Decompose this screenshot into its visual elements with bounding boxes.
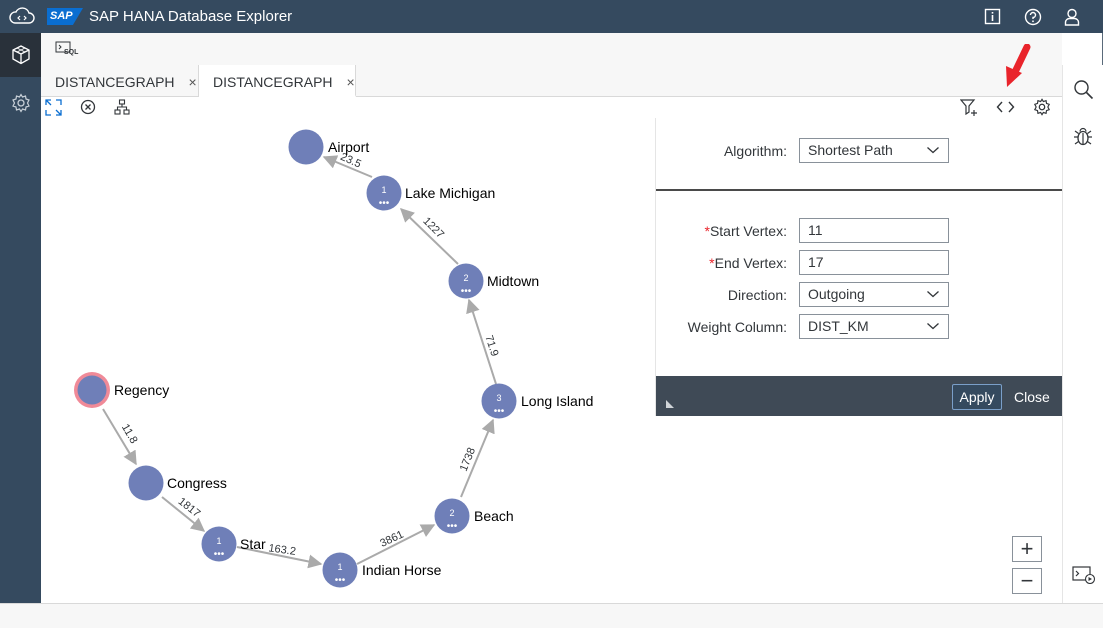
node-label: Star [240, 536, 266, 552]
node-label: Midtown [487, 273, 539, 289]
edge-label: 163.2 [268, 542, 297, 558]
edge-label: 1738 [458, 446, 478, 473]
graph-canvas[interactable]: 23.5 1227 71.9 1738 3861 163.2 1817 11.8… [41, 118, 655, 603]
app-title: SAP HANA Database Explorer [89, 8, 293, 25]
left-sidebar [0, 33, 41, 603]
apply-button[interactable]: Apply [952, 384, 1002, 410]
edge-label: 1227 [420, 215, 446, 241]
graph-node-indian-horse[interactable]: 1 ••• Indian Horse [322, 552, 442, 588]
panel-divider [656, 189, 1062, 191]
direction-select[interactable]: Outgoing [799, 282, 949, 307]
graph-node-star[interactable]: 1 ••• Star [201, 526, 267, 562]
user-icon[interactable] [1064, 8, 1080, 26]
zoom-in-button[interactable]: + [1012, 536, 1042, 562]
debug-icon[interactable] [1073, 125, 1093, 147]
resize-handle-icon[interactable] [666, 400, 674, 408]
shell-bar: SAP SAP HANA Database Explorer [0, 0, 1103, 33]
tab-label: DISTANCEGRAPH [55, 74, 175, 90]
node-label: Airport [328, 139, 369, 155]
editor-tabs: DISTANCEGRAPH × DISTANCEGRAPH × [41, 65, 1062, 97]
cube-icon [11, 45, 30, 65]
cloud-code-icon[interactable] [9, 7, 35, 25]
edge-label: 71.9 [482, 334, 500, 358]
settings-icon [11, 93, 30, 113]
clear-icon[interactable] [80, 99, 96, 115]
sql-label: SQL [64, 49, 79, 56]
hierarchy-icon[interactable] [114, 99, 130, 115]
node-label: Regency [114, 382, 169, 398]
sidebar-item-settings[interactable] [0, 81, 41, 125]
direction-label: Direction: [727, 287, 787, 303]
close-icon[interactable]: × [347, 74, 355, 90]
graph-node-regency[interactable]: Regency [74, 372, 169, 408]
start-vertex-value: 11 [808, 222, 823, 238]
graph-node-long-island[interactable]: 3 ••• Long Island [481, 383, 594, 419]
fullscreen-icon[interactable] [45, 99, 62, 116]
info-icon[interactable] [984, 8, 1001, 25]
graph-node-congress[interactable]: Congress [128, 465, 227, 501]
search-icon[interactable] [1073, 79, 1094, 100]
node-label: Congress [167, 475, 227, 491]
node-label: Indian Horse [362, 562, 442, 578]
weight-column-select[interactable]: DIST_KM [799, 314, 949, 339]
end-vertex-label: *End Vertex: [709, 255, 787, 271]
right-sidebar [1062, 65, 1103, 603]
chevron-down-icon [927, 323, 939, 330]
panel-footer: Apply Close [656, 376, 1063, 416]
tab-distancegraph-1[interactable]: DISTANCEGRAPH × [41, 65, 199, 97]
node-count: 1 [216, 536, 221, 546]
sap-logo: SAP [47, 8, 83, 25]
more-icon: ••• [379, 198, 390, 209]
tab-distancegraph-2[interactable]: DISTANCEGRAPH × [199, 65, 356, 97]
end-vertex-input[interactable]: 17 [799, 250, 949, 275]
node-count: 3 [496, 393, 501, 403]
node-count: 2 [463, 273, 468, 283]
more-icon: ••• [447, 521, 458, 532]
node-label: Long Island [521, 393, 593, 409]
graph-node-lake-michigan[interactable]: 1 ••• Lake Michigan [366, 175, 496, 211]
algorithm-value: Shortest Path [808, 142, 893, 158]
code-icon[interactable] [996, 99, 1015, 115]
node-count: 1 [337, 562, 342, 572]
chevron-down-icon [927, 147, 939, 154]
zoom-out-button[interactable]: − [1012, 568, 1042, 594]
start-vertex-input[interactable]: 11 [799, 218, 949, 243]
direction-value: Outgoing [808, 286, 865, 302]
chevron-down-icon [927, 291, 939, 298]
graph-toolbar [41, 97, 1062, 118]
console-icon[interactable] [1072, 566, 1096, 584]
node-count: 1 [381, 185, 386, 195]
annotation-arrow [1006, 44, 1031, 87]
tab-label: DISTANCEGRAPH [213, 74, 333, 90]
main-toolbar: SQL [41, 33, 1062, 65]
filter-add-icon[interactable] [960, 99, 979, 117]
node-label: Beach [474, 508, 514, 524]
more-icon: ••• [494, 406, 505, 417]
help-icon[interactable] [1024, 8, 1042, 26]
graph-node-midtown[interactable]: 2 ••• Midtown [448, 263, 540, 299]
algorithm-panel: Algorithm: Shortest Path *Start Vertex: … [655, 118, 1063, 416]
more-icon: ••• [335, 575, 346, 586]
graph-svg: 23.5 1227 71.9 1738 3861 163.2 1817 11.8… [74, 129, 594, 588]
open-sql-console-button[interactable]: SQL [55, 41, 79, 59]
start-vertex-label: *Start Vertex: [704, 223, 788, 239]
algorithm-select[interactable]: Shortest Path [799, 138, 949, 163]
end-vertex-value: 17 [808, 254, 824, 270]
more-icon: ••• [214, 549, 225, 560]
weight-column-value: DIST_KM [808, 318, 869, 334]
status-bar [0, 603, 1103, 628]
edge-label: 1817 [176, 496, 203, 521]
graph-node-beach[interactable]: 2 ••• Beach [434, 498, 514, 534]
close-button[interactable]: Close [1014, 389, 1050, 405]
sidebar-item-database-browser[interactable] [0, 33, 41, 77]
algorithm-label: Algorithm: [723, 143, 787, 159]
node-label: Lake Michigan [405, 185, 495, 201]
weight-column-label: Weight Column: [687, 319, 787, 335]
gear-icon[interactable] [1033, 98, 1051, 116]
close-icon[interactable]: × [189, 74, 197, 90]
more-icon: ••• [461, 286, 472, 297]
node-count: 2 [449, 508, 454, 518]
